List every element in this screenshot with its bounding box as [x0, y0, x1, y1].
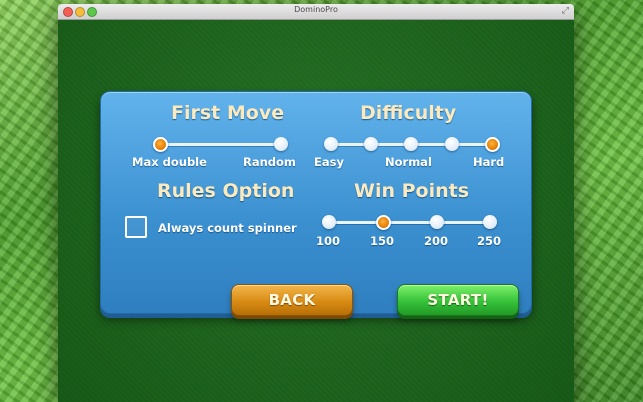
difficulty-step-2[interactable] — [364, 137, 378, 151]
win-points-label-150: 150 — [370, 234, 395, 248]
win-points-option-200[interactable] — [430, 215, 444, 229]
win-points-option-250[interactable] — [483, 215, 497, 229]
first-move-option-random[interactable] — [274, 137, 288, 151]
game-felt: First Move Max double Random Difficulty … — [58, 20, 574, 402]
difficulty-step-normal[interactable] — [404, 137, 418, 151]
win-points-track — [329, 221, 491, 224]
first-move-label-max-double: Max double — [132, 155, 207, 169]
win-points-label-200: 200 — [424, 234, 449, 248]
win-points-heading: Win Points — [354, 180, 470, 202]
difficulty-heading: Difficulty — [360, 102, 457, 124]
title-bar: DominoPro ⤢ — [58, 4, 574, 20]
fullscreen-icon[interactable]: ⤢ — [562, 6, 569, 16]
difficulty-step-hard[interactable] — [484, 136, 500, 152]
first-move-label-random: Random — [243, 155, 296, 169]
difficulty-step-easy[interactable] — [324, 137, 338, 151]
difficulty-label-easy: Easy — [314, 155, 344, 169]
first-move-heading: First Move — [171, 102, 285, 124]
app-window: DominoPro ⤢ First Move Max double Random… — [58, 4, 574, 402]
win-points-option-100[interactable] — [322, 215, 336, 229]
options-panel: First Move Max double Random Difficulty … — [100, 91, 532, 316]
difficulty-label-hard: Hard — [473, 155, 505, 169]
window-title: DominoPro — [294, 5, 338, 14]
first-move-option-max-double[interactable] — [152, 136, 168, 152]
rules-option-heading: Rules Option — [157, 180, 295, 202]
always-count-spinner-checkbox[interactable] — [125, 216, 147, 238]
difficulty-step-4[interactable] — [445, 137, 459, 151]
difficulty-label-normal: Normal — [385, 155, 432, 169]
win-points-label-100: 100 — [316, 234, 341, 248]
win-points-label-250: 250 — [477, 234, 502, 248]
back-button[interactable]: BACK — [231, 284, 353, 316]
first-move-track — [159, 143, 281, 146]
start-button[interactable]: START! — [397, 284, 519, 316]
always-count-spinner-label[interactable]: Always count spinner — [158, 221, 297, 235]
win-points-option-150[interactable] — [375, 214, 391, 230]
